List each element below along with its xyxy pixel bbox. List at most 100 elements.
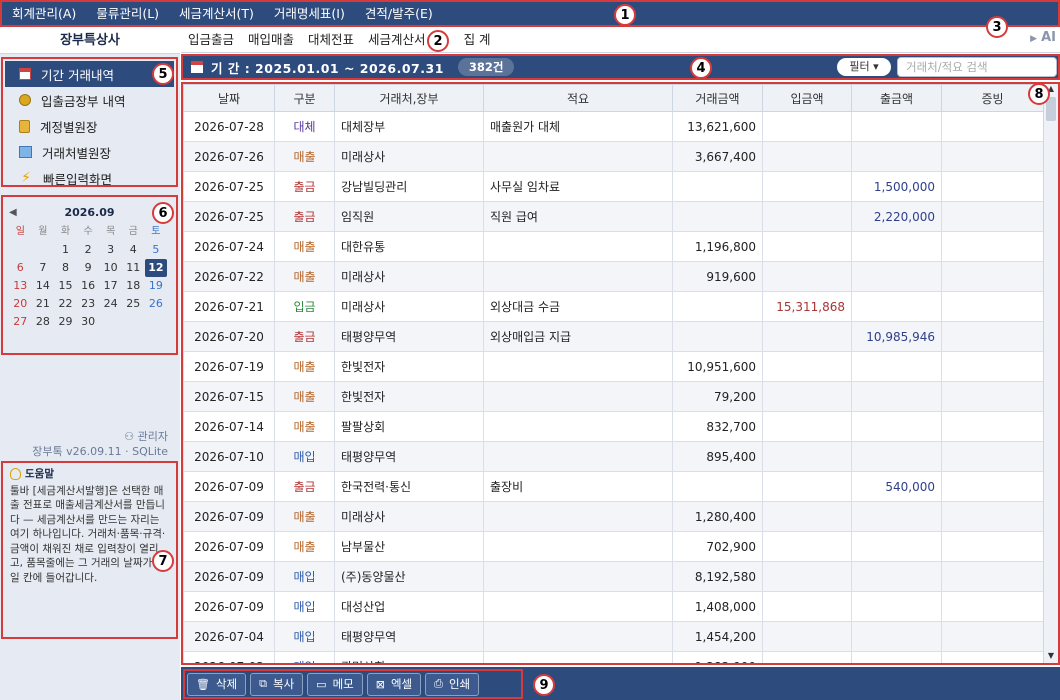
cell-amount [672, 471, 763, 502]
calendar-day[interactable]: 21 [32, 295, 55, 313]
nav-item[interactable]: ⚡ 빠른입력화면 [3, 165, 176, 191]
menu-item[interactable]: 거래명세표(I) [264, 2, 355, 25]
cell-memo [483, 501, 673, 532]
cell-deposit [762, 351, 852, 382]
cell-kind: 매입 [274, 621, 335, 652]
calendar-day[interactable]: 10 [99, 259, 122, 277]
calendar-day[interactable]: 19 [145, 277, 168, 295]
table-row[interactable]: 2026-07-21 입금 미래상사 외상대금 수금 15,311,868 [183, 291, 1044, 322]
nav-item[interactable]: 기간 거래내역 [5, 61, 174, 87]
menu-item[interactable]: 세금계산서(T) [169, 2, 264, 25]
calendar-day[interactable]: 20 [9, 295, 32, 313]
calendar-blank [32, 241, 55, 259]
tab[interactable]: 집 계 [457, 28, 498, 52]
cell-date: 2026-07-15 [183, 381, 275, 412]
action-button[interactable]: ⧉ 복사 [250, 672, 304, 696]
vertical-scrollbar[interactable]: ▲ ▼ [1043, 84, 1058, 663]
tab[interactable]: 입금출금 [181, 28, 241, 52]
cell-party: 임직원 [334, 201, 484, 232]
cell-deposit [762, 261, 852, 292]
tab[interactable]: 대체전표 [301, 28, 361, 52]
calendar-day[interactable]: 26 [145, 295, 168, 313]
nav-item[interactable]: 입출금장부 내역 [3, 87, 176, 113]
calendar-day[interactable]: 17 [99, 277, 122, 295]
calendar-day[interactable]: 22 [54, 295, 77, 313]
action-button[interactable]: ⎙ 인쇄 [425, 672, 480, 696]
cell-withdrawal [851, 411, 942, 442]
table-row[interactable]: 2026-07-20 출금 태평양무역 외상매입금 지급 10,985,946 [183, 321, 1044, 352]
calendar-prev-icon[interactable]: ◀ [9, 207, 25, 218]
cell-amount: 919,600 [672, 261, 763, 292]
table-row[interactable]: 2026-07-14 매출 팔팔상회 832,700 [183, 411, 1044, 442]
menu-item[interactable]: 물류관리(L) [86, 2, 169, 25]
action-button[interactable]: 🗑 삭제 [187, 672, 247, 696]
table-row[interactable]: 2026-07-09 매입 대성산업 1,408,000 [183, 591, 1044, 622]
table-row[interactable]: 2026-07-09 매출 남부물산 702,900 [183, 531, 1044, 562]
table-row[interactable]: 2026-07-09 매입 (주)동양물산 8,192,580 [183, 561, 1044, 592]
table-row[interactable]: 2026-07-19 매출 한빛전자 10,951,600 [183, 351, 1044, 382]
nav-item[interactable]: 계정별원장 [3, 113, 176, 139]
table-row[interactable]: 2026-07-26 매출 미래상사 3,667,400 [183, 141, 1044, 172]
calendar-day[interactable]: 7 [32, 259, 55, 277]
calendar-day[interactable]: 1 [54, 241, 77, 259]
calendar-day[interactable]: 12 [144, 259, 168, 277]
cell-memo: 출장비 [483, 471, 673, 502]
action-button[interactable]: ⊠ 엑셀 [366, 672, 422, 696]
calendar-day[interactable]: 27 [9, 313, 32, 331]
column-header[interactable]: 적요 [483, 84, 673, 112]
calendar-day[interactable]: 28 [32, 313, 55, 331]
calendar-day[interactable]: 6 [9, 259, 32, 277]
ai-button[interactable]: ▶ AI [1030, 30, 1056, 45]
table-row[interactable]: 2026-07-04 매입 태평양무역 1,454,200 [183, 621, 1044, 652]
calendar-weekday: 수 [83, 226, 93, 237]
calendar-day[interactable]: 14 [32, 277, 55, 295]
table-row[interactable]: 2026-07-22 매출 미래상사 919,600 [183, 261, 1044, 292]
action-button[interactable]: ▭ 메모 [307, 672, 363, 696]
calendar-day[interactable]: 29 [54, 313, 77, 331]
calendar-day[interactable]: 30 [77, 313, 100, 331]
scroll-down-icon[interactable]: ▼ [1044, 651, 1058, 663]
calendar-day[interactable]: 4 [122, 241, 145, 259]
table-row[interactable]: 2026-07-24 매출 대한유통 1,196,800 [183, 231, 1044, 262]
filter-button[interactable]: 필터 ▾ [837, 58, 891, 76]
calendar-day[interactable]: 11 [122, 259, 145, 277]
calendar-day[interactable]: 24 [99, 295, 122, 313]
calendar-weekday: 월 [38, 226, 48, 237]
calendar-day[interactable]: 16 [77, 277, 100, 295]
column-header[interactable]: 출금액 [851, 84, 942, 112]
column-header[interactable]: 거래금액 [672, 84, 763, 112]
calendar-day[interactable]: 18 [122, 277, 145, 295]
search-input[interactable]: 거래처/적요 검색 [897, 57, 1057, 77]
table-row[interactable]: 2026-07-28 대체 대체장부 매출원가 대체 13,621,600 [183, 111, 1044, 142]
menu-item[interactable]: 견적/발주(E) [355, 2, 443, 25]
table-row[interactable]: 2026-07-03매입광명상회 1,283,900 [183, 651, 1044, 663]
calendar-day[interactable]: 2 [77, 241, 100, 259]
calendar-day[interactable]: 8 [54, 259, 77, 277]
table-row[interactable]: 2026-07-25 출금 강남빌딩관리 사무실 임차료 1,500,000 [183, 171, 1044, 202]
period-label[interactable]: 기 간 : 2025.01.01 ~ 2026.07.31 [211, 58, 444, 77]
calendar-day[interactable]: 3 [99, 241, 122, 259]
cell-proof [941, 501, 1044, 532]
column-header[interactable]: 입금액 [762, 84, 852, 112]
menu-item[interactable]: 회계관리(A) [2, 2, 86, 25]
cell-proof [941, 291, 1044, 322]
cell-date: 2026-07-09 [183, 471, 275, 502]
calendar-day[interactable]: 9 [77, 259, 100, 277]
table-row[interactable]: 2026-07-10 매입 태평양무역 895,400 [183, 441, 1044, 472]
tab[interactable]: 매입매출 [241, 28, 301, 52]
column-header[interactable]: 거래처,장부 [334, 84, 484, 112]
table-row[interactable]: 2026-07-15 매출 한빛전자 79,200 [183, 381, 1044, 412]
tab[interactable]: 세금계산서 [361, 28, 433, 52]
table-row[interactable]: 2026-07-09 출금 한국전력·통신 출장비 540,000 [183, 471, 1044, 502]
calendar-day[interactable]: 25 [122, 295, 145, 313]
table-row[interactable]: 2026-07-25 출금 임직원 직원 급여 2,220,000 [183, 201, 1044, 232]
calendar-day[interactable]: 13 [9, 277, 32, 295]
calendar-day[interactable]: 5 [145, 241, 168, 259]
excel-icon: ⊠ [375, 677, 385, 691]
calendar-day[interactable]: 15 [54, 277, 77, 295]
column-header[interactable]: 구분 [274, 84, 335, 112]
column-header[interactable]: 날짜 [183, 84, 275, 112]
table-row[interactable]: 2026-07-09 매출 미래상사 1,280,400 [183, 501, 1044, 532]
calendar-day[interactable]: 23 [77, 295, 100, 313]
nav-item[interactable]: 거래처별원장 [3, 139, 176, 165]
